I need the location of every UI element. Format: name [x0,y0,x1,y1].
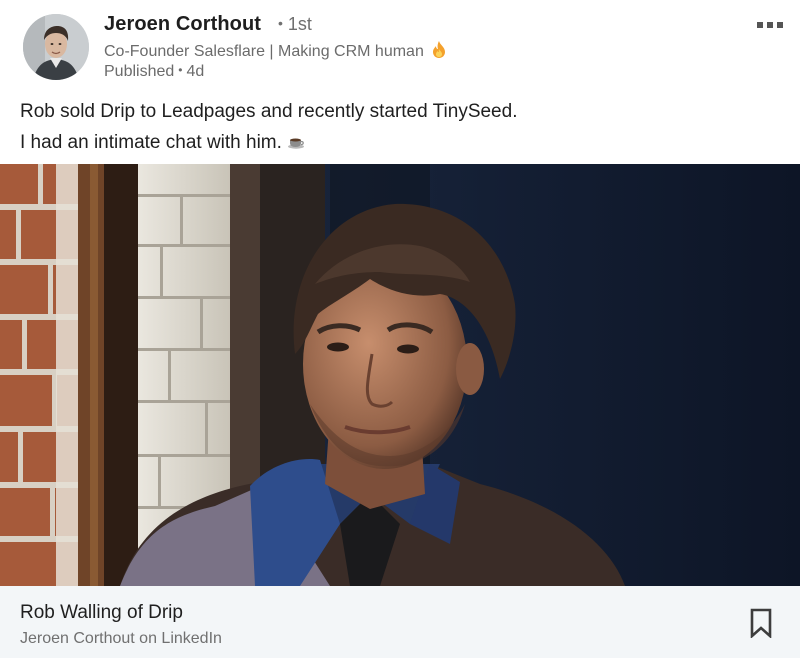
feed-post: Jeroen Corthout • 1st Co-Founder Salesfla… [0,0,800,658]
post-body: Rob sold Drip to Leadpages and recently … [20,96,780,159]
post-header: Jeroen Corthout • 1st Co-Founder Salesfla… [0,0,800,92]
author-headline: Co-Founder Salesflare | Making CRM human [104,41,446,63]
fire-icon [432,41,446,63]
bookmark-icon [750,608,772,639]
save-button[interactable] [748,608,774,639]
more-options-icon [757,22,763,28]
post-timestamp: Published • 4d [104,63,205,80]
published-label: Published [104,63,175,80]
avatar-image [23,14,89,80]
author-headline-text: Co-Founder Salesflare | Making CRM human [104,43,424,60]
link-subtitle: Jeroen Corthout on LinkedIn [20,630,222,647]
post-text-line: Rob sold Drip to Leadpages and recently … [20,101,518,122]
author-name[interactable]: Jeroen Corthout [104,13,261,36]
author-avatar[interactable] [23,14,89,80]
connection-degree-label: 1st [287,14,312,34]
published-age: 4d [186,63,205,80]
link-title[interactable]: Rob Walling of Drip [20,602,183,624]
more-options-button[interactable] [752,18,788,32]
post-text-line: I had an intimate chat with him. [20,127,780,159]
link-preview-card[interactable]: Rob Walling of Drip Jeroen Corthout on L… [0,586,800,658]
connection-degree: • 1st [278,14,312,34]
post-image[interactable] [0,164,800,586]
coffee-icon [287,128,305,159]
portrait-photo [0,164,800,586]
